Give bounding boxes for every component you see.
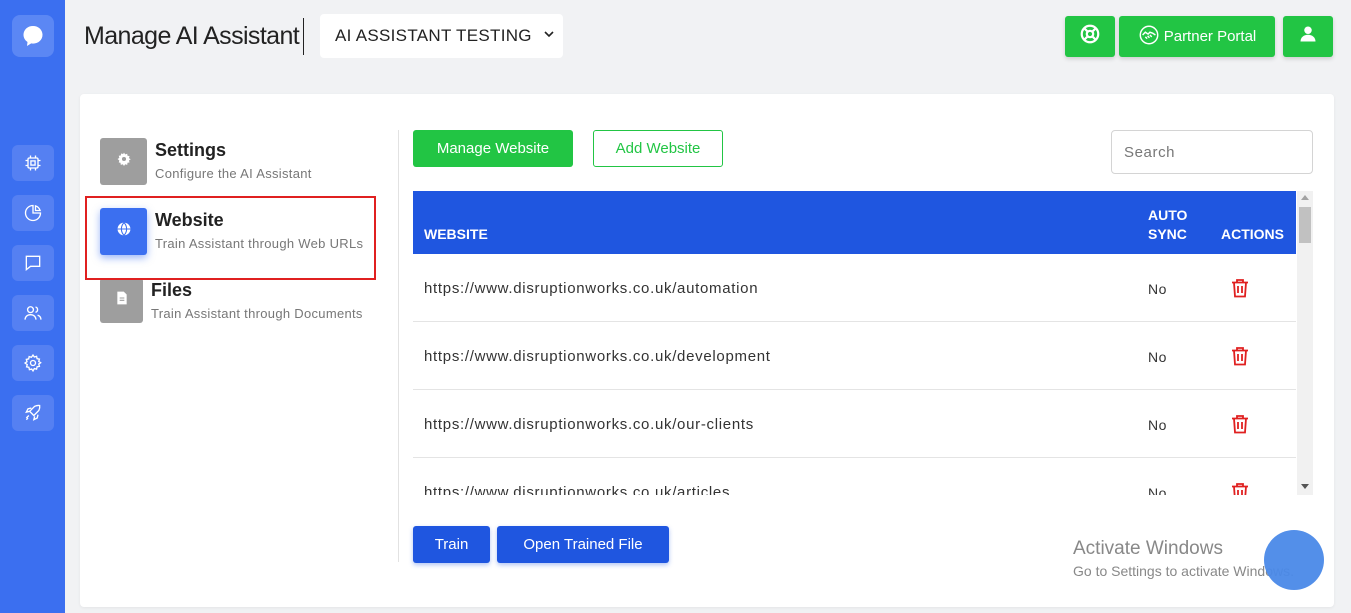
header-auto-sync: AUTO SYNC <box>1148 206 1187 244</box>
scroll-up-arrow[interactable] <box>1301 195 1309 200</box>
users-icon[interactable] <box>12 295 54 331</box>
table-row: https://www.disruptionworks.co.uk/automa… <box>413 254 1296 322</box>
nav-item-files[interactable]: Files Train Assistant through Documents <box>100 278 363 323</box>
nav-settings-title: Settings <box>155 140 227 160</box>
nav-settings-icon-box <box>100 138 147 185</box>
website-highlight-annotation <box>85 196 376 280</box>
page-title: Manage AI Assistant <box>84 22 300 50</box>
lifebuoy-icon <box>1079 23 1101 50</box>
user-icon <box>1299 25 1317 48</box>
left-sidebar <box>0 0 65 613</box>
auto-sync-value: No <box>1148 349 1167 365</box>
header-website: WEBSITE <box>424 226 488 242</box>
trash-icon[interactable] <box>1231 278 1249 303</box>
table-row: https://www.disruptionworks.co.uk/develo… <box>413 322 1296 390</box>
header-auto-sync-line1: AUTO <box>1148 207 1188 223</box>
table-scrollbar[interactable] <box>1297 191 1313 495</box>
watermark-subtitle: Go to Settings to activate Windows. <box>1073 563 1294 579</box>
chat-bubble-logo[interactable] <box>12 15 54 57</box>
document-icon <box>116 291 128 310</box>
pie-chart-icon[interactable] <box>12 195 54 231</box>
header-actions: ACTIONS <box>1221 226 1284 242</box>
help-button[interactable] <box>1065 16 1115 57</box>
rocket-icon[interactable] <box>12 395 54 431</box>
nav-files-title: Files <box>151 280 193 300</box>
partner-portal-label: Partner Portal <box>1163 28 1257 45</box>
website-url: https://www.disruptionworks.co.uk/automa… <box>424 280 759 297</box>
message-icon[interactable] <box>12 245 54 281</box>
gear-icon <box>117 152 131 171</box>
partner-portal-button[interactable]: Partner Portal <box>1119 16 1275 57</box>
nav-files-icon-box <box>100 278 143 323</box>
assistant-select[interactable]: AI ASSISTANT TESTING <box>320 14 563 58</box>
auto-sync-value: No <box>1148 281 1167 297</box>
search-input[interactable] <box>1111 130 1313 174</box>
main-card: Settings Configure the AI Assistant Webs… <box>80 94 1334 607</box>
table-row: https://www.disruptionworks.co.uk/articl… <box>413 458 1296 495</box>
vertical-divider <box>398 130 399 562</box>
chat-widget-button[interactable] <box>1264 530 1324 590</box>
header-auto-sync-line2: SYNC <box>1148 226 1187 242</box>
table-header: WEBSITE AUTO SYNC ACTIONS <box>413 191 1296 254</box>
trash-icon[interactable] <box>1231 346 1249 371</box>
website-url: https://www.disruptionworks.co.uk/articl… <box>424 484 731 495</box>
scroll-down-arrow[interactable] <box>1301 484 1309 489</box>
gear-icon[interactable] <box>12 345 54 381</box>
activate-windows-watermark: Activate Windows Go to Settings to activ… <box>1073 538 1294 579</box>
websites-table: WEBSITE AUTO SYNC ACTIONS https://www.di… <box>413 191 1313 495</box>
add-website-button[interactable]: Add Website <box>593 130 723 167</box>
open-trained-file-button[interactable]: Open Trained File <box>497 526 669 563</box>
nav-item-settings[interactable]: Settings Configure the AI Assistant <box>100 138 312 185</box>
nav-files-subtitle: Train Assistant through Documents <box>151 306 363 321</box>
trash-icon[interactable] <box>1231 414 1249 439</box>
chevron-down-icon <box>542 26 556 46</box>
website-url: https://www.disruptionworks.co.uk/our-cl… <box>424 416 754 433</box>
scroll-thumb[interactable] <box>1299 207 1311 243</box>
assistant-name: AI ASSISTANT TESTING <box>335 26 532 45</box>
nav-settings-subtitle: Configure the AI Assistant <box>155 166 312 181</box>
table-row: https://www.disruptionworks.co.uk/our-cl… <box>413 390 1296 458</box>
trash-icon[interactable] <box>1231 482 1249 495</box>
auto-sync-value: No <box>1148 417 1167 433</box>
watermark-title: Activate Windows <box>1073 538 1223 559</box>
handshake-icon <box>1138 24 1160 50</box>
train-button[interactable]: Train <box>413 526 490 563</box>
website-url: https://www.disruptionworks.co.uk/develo… <box>424 348 771 365</box>
user-profile-button[interactable] <box>1283 16 1333 57</box>
title-divider <box>303 18 304 55</box>
manage-website-button[interactable]: Manage Website <box>413 130 573 167</box>
auto-sync-value: No <box>1148 485 1167 495</box>
chip-icon[interactable] <box>12 145 54 181</box>
